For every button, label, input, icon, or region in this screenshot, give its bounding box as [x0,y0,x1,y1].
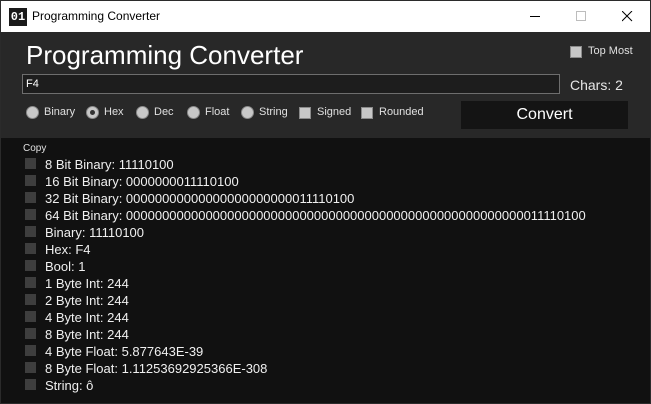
window-title: Programming Converter [32,9,161,23]
top-most-label: Top Most [588,45,633,57]
radio-circle-selected[interactable] [86,106,99,119]
copy-checkbox[interactable] [25,192,36,203]
checkbox-box[interactable] [299,107,311,119]
result-text: 64 Bit Binary: 0000000000000000000000000… [45,208,586,223]
result-row-bool[interactable]: Bool: 1 [25,258,650,275]
radio-circle[interactable] [26,106,39,119]
copy-checkbox[interactable] [25,345,36,356]
checkbox-box[interactable] [361,107,373,119]
result-text: 2 Byte Int: 244 [45,293,129,308]
app-heading: Programming Converter [26,40,304,70]
maximize-icon [576,11,586,21]
checkbox-box[interactable] [570,46,582,58]
radio-dec-label: Dec [154,106,174,118]
chars-count: Chars: 2 [570,77,623,93]
maximize-button[interactable] [558,1,604,32]
result-row-binary[interactable]: Binary: 11110100 [25,224,650,241]
result-text: 1 Byte Int: 244 [45,276,129,291]
minimize-button[interactable] [512,1,558,32]
result-text: Hex: F4 [45,242,91,257]
value-input[interactable]: F4 [22,74,560,94]
result-row-8bit-binary[interactable]: 8 Bit Binary: 11110100 [25,156,650,173]
result-row-64bit-binary[interactable]: 64 Bit Binary: 0000000000000000000000000… [25,207,650,224]
copy-checkbox[interactable] [25,226,36,237]
copy-checkbox[interactable] [25,158,36,169]
control-panel: Programming Converter Top Most F4 Chars:… [1,32,650,138]
copy-checkbox[interactable] [25,209,36,220]
copy-checkbox[interactable] [25,175,36,186]
title-bar[interactable]: 01 Programming Converter [1,1,650,32]
convert-button[interactable]: Convert [461,101,628,129]
result-row-4byte-int[interactable]: 4 Byte Int: 244 [25,309,650,326]
result-text: 4 Byte Float: 5.877643E-39 [45,344,204,359]
result-row-2byte-int[interactable]: 2 Byte Int: 244 [25,292,650,309]
radio-float-label: Float [205,106,230,118]
close-button[interactable] [604,1,650,32]
result-row-8byte-int[interactable]: 8 Byte Int: 244 [25,326,650,343]
radio-circle[interactable] [187,106,200,119]
radio-circle[interactable] [241,106,254,119]
result-row-hex[interactable]: Hex: F4 [25,241,650,258]
copy-checkbox[interactable] [25,260,36,271]
close-icon [622,11,633,22]
copy-checkbox[interactable] [25,328,36,339]
result-text: 8 Byte Int: 244 [45,327,129,342]
result-row-8byte-float[interactable]: 8 Byte Float: 1.11253692925366E-308 [25,360,650,377]
result-text: Bool: 1 [45,259,86,274]
result-text: Binary: 11110100 [45,225,145,240]
copy-label: Copy [23,143,47,154]
result-text: String: ô [45,378,94,393]
copy-checkbox[interactable] [25,362,36,373]
result-text: 32 Bit Binary: 0000000000000000000000001… [45,191,355,206]
signed-label: Signed [317,106,352,118]
result-row-string[interactable]: String: ô [25,377,650,394]
result-row-32bit-binary[interactable]: 32 Bit Binary: 0000000000000000000000001… [25,190,650,207]
result-text: 16 Bit Binary: 0000000011110100 [45,174,239,189]
radio-hex-label: Hex [104,106,124,118]
copy-checkbox[interactable] [25,311,36,322]
rounded-label: Rounded [379,106,424,118]
minimize-icon [530,16,540,17]
result-row-1byte-int[interactable]: 1 Byte Int: 244 [25,275,650,292]
copy-checkbox[interactable] [25,243,36,254]
results-list: 8 Bit Binary: 11110100 16 Bit Binary: 00… [25,156,650,394]
app-window: 01 Programming Converter Programming Con… [0,0,651,404]
app-icon: 01 [9,8,27,26]
copy-checkbox[interactable] [25,277,36,288]
result-text: 8 Byte Float: 1.11253692925366E-308 [45,361,268,376]
result-text: 8 Bit Binary: 11110100 [45,157,174,172]
result-row-4byte-float[interactable]: 4 Byte Float: 5.877643E-39 [25,343,650,360]
radio-circle[interactable] [136,106,149,119]
result-row-16bit-binary[interactable]: 16 Bit Binary: 0000000011110100 [25,173,650,190]
radio-binary-label: Binary [44,106,76,118]
copy-checkbox[interactable] [25,294,36,305]
copy-checkbox[interactable] [25,379,36,390]
radio-string-label: String [259,106,288,118]
result-text: 4 Byte Int: 244 [45,310,129,325]
